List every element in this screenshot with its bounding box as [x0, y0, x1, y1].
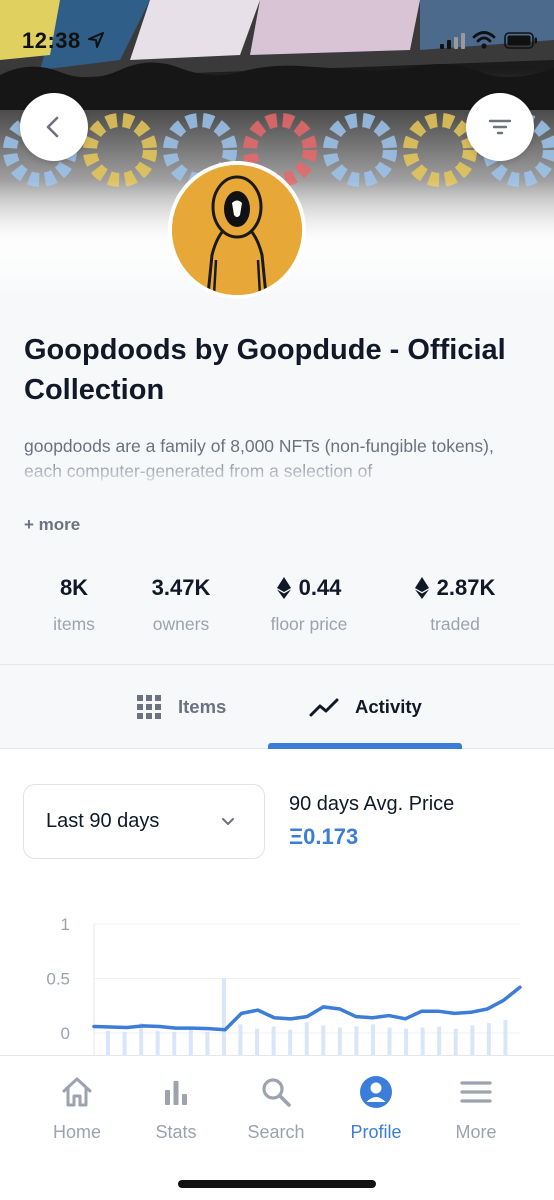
volume-bar [437, 1026, 442, 1055]
collection-banner: 12:38 [0, 0, 554, 300]
volume-bar [155, 1030, 160, 1055]
volume-bar [304, 1022, 309, 1055]
more-link[interactable]: + more [24, 515, 80, 535]
avg-price-value: Ξ0.173 [289, 824, 359, 849]
home-indicator [178, 1180, 376, 1188]
collection-title: Goopdoods by Goopdude - Official Collect… [24, 334, 506, 406]
ethereum-icon [414, 577, 429, 599]
collection-description: goopdoods are a family of 8,000 NFTs (no… [24, 436, 494, 481]
nav-search[interactable]: Search [226, 1074, 326, 1143]
ethereum-icon [276, 577, 291, 599]
cellular-signal-icon [440, 33, 465, 49]
stat-owners: 3.47K owners [126, 572, 236, 635]
home-icon [62, 1077, 92, 1107]
volume-bar [337, 1027, 342, 1055]
volume-bar [106, 1030, 110, 1055]
goopdude-figure-icon [172, 165, 302, 295]
collection-avatar [168, 161, 306, 299]
collection-info: Goopdoods by Goopdude - Official Collect… [0, 300, 554, 664]
volume-bar [321, 1025, 326, 1055]
trend-line-icon [309, 698, 339, 717]
stat-label: traded [430, 614, 480, 634]
location-arrow-icon [88, 32, 104, 48]
status-time: 12:38 [22, 28, 81, 53]
stat-items: 8K items [22, 572, 126, 635]
stat-value: 2.87K [436, 575, 496, 600]
y-tick-label: 0 [61, 1024, 70, 1043]
volume-bar [238, 1024, 243, 1055]
volume-bar [255, 1028, 260, 1055]
time-range-value: Last 90 days [46, 810, 160, 832]
volume-bar [172, 1031, 177, 1055]
stat-value: 0.44 [298, 575, 342, 600]
filter-lines-icon [488, 119, 512, 135]
volume-bar [370, 1024, 375, 1055]
volume-bar [420, 1027, 425, 1055]
back-button[interactable] [20, 93, 88, 161]
activity-panel: Last 90 days 90 days Avg. Price Ξ0.173 1… [0, 750, 554, 1055]
collection-tabs: Items Activity [0, 664, 554, 749]
volume-bar [453, 1028, 458, 1055]
bottom-nav: Home Stats Search Profile More [0, 1055, 554, 1200]
volume-bar [188, 1029, 193, 1055]
search-icon [262, 1078, 291, 1107]
y-tick-label: 0.5 [46, 970, 70, 989]
stat-traded: 2.87K traded [400, 572, 510, 635]
tab-label: Items [178, 696, 227, 717]
volume-bar [122, 1031, 127, 1055]
volume-bar [221, 978, 226, 1055]
volume-bar [205, 1031, 210, 1055]
active-tab-indicator [268, 743, 462, 749]
stat-floor-price: 0.44 floor price [250, 572, 368, 635]
status-bar: 12:38 [0, 0, 554, 80]
volume-bar [387, 1027, 392, 1055]
volume-bar [486, 1023, 491, 1055]
stat-label: owners [152, 614, 210, 634]
nav-label: Stats [155, 1122, 197, 1142]
wifi-icon [472, 31, 496, 49]
tab-items[interactable]: Items [136, 665, 226, 749]
volume-bar [288, 1029, 293, 1055]
volume-bar [271, 1026, 276, 1055]
stat-label: items [53, 614, 95, 634]
nav-profile[interactable]: Profile [326, 1074, 426, 1143]
bar-chart-icon [165, 1081, 187, 1105]
volume-bar [404, 1028, 409, 1055]
volume-bar [503, 1019, 508, 1055]
menu-icon [460, 1081, 492, 1103]
nav-more[interactable]: More [426, 1074, 526, 1143]
tab-activity[interactable]: Activity [309, 665, 422, 749]
filter-button[interactable] [466, 93, 534, 161]
price-chart: 10.50 [46, 915, 522, 1055]
y-tick-label: 1 [61, 915, 70, 934]
nav-label: Home [52, 1122, 101, 1142]
stat-value: 8K [59, 575, 89, 600]
battery-icon [504, 32, 537, 49]
stat-value: 3.47K [151, 575, 211, 600]
tab-label: Activity [355, 696, 422, 717]
nav-label: More [455, 1122, 497, 1142]
chevron-left-icon [46, 116, 59, 138]
chevron-down-icon [222, 818, 234, 825]
stat-label: floor price [270, 614, 348, 634]
profile-icon [360, 1076, 392, 1108]
nav-label: Profile [350, 1122, 402, 1142]
volume-bar [354, 1026, 359, 1055]
volume-bar [470, 1025, 475, 1055]
time-range-select[interactable]: Last 90 days [23, 784, 265, 859]
nav-home[interactable]: Home [27, 1074, 127, 1143]
grid-icon [137, 695, 161, 719]
nav-label: Search [247, 1122, 305, 1142]
avg-price-label: 90 days Avg. Price [289, 793, 455, 815]
nav-stats[interactable]: Stats [126, 1074, 226, 1143]
stats-row: 8K items 3.47K owners 0.44 floor price 2… [0, 572, 554, 642]
